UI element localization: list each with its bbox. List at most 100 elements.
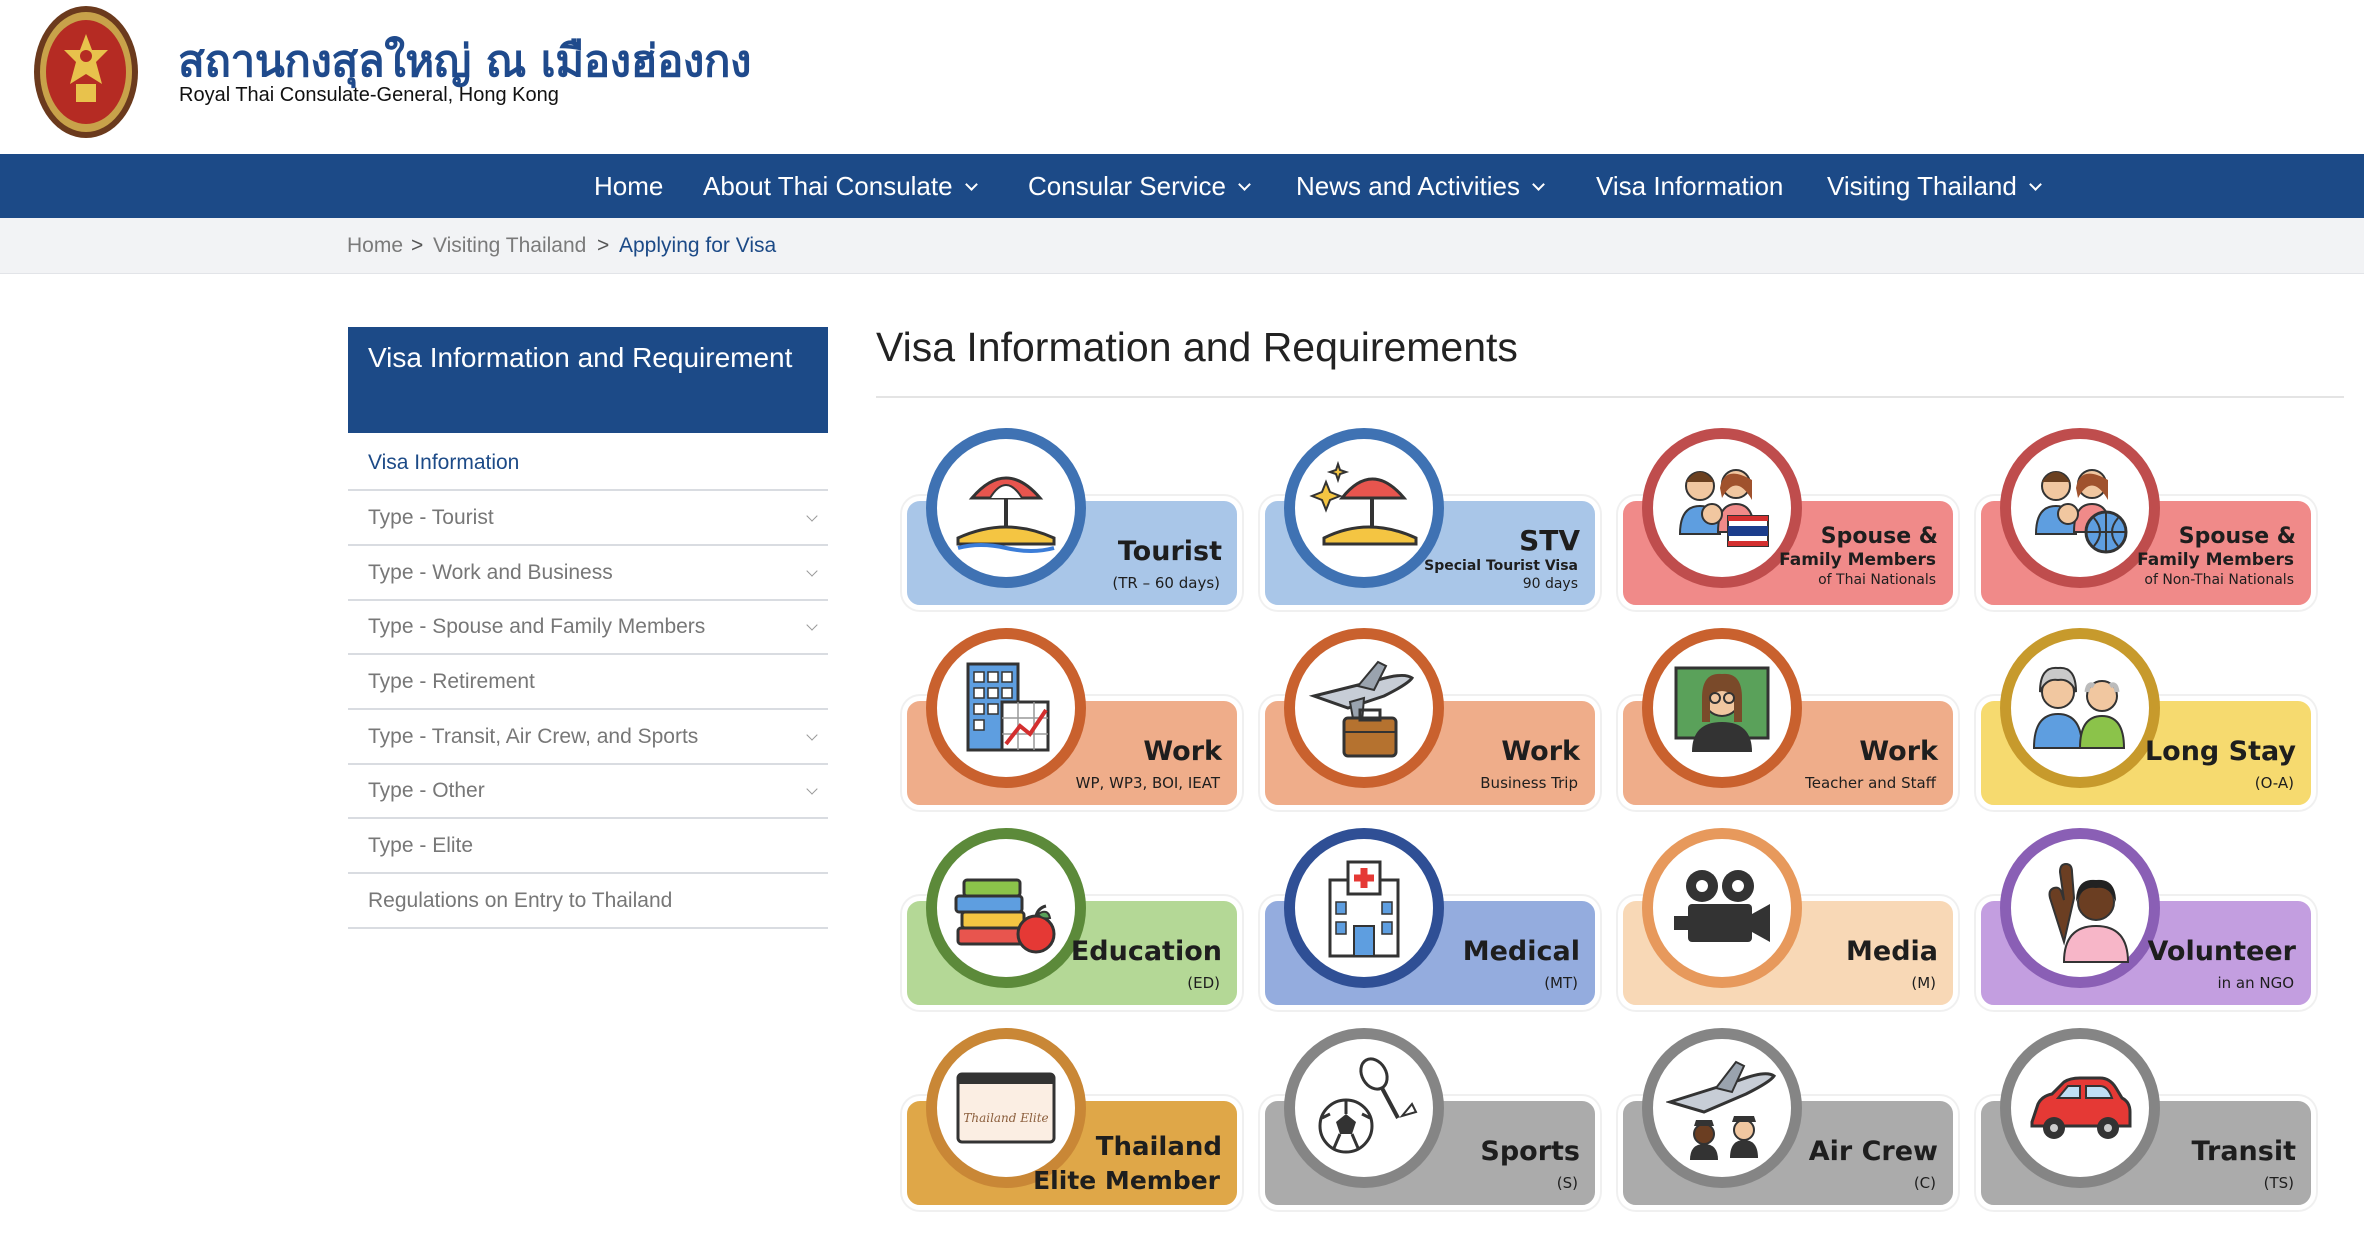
title-divider [876,396,2344,398]
visa-card-building-chart[interactable]: Work WP, WP3, BOI, IEAT [902,628,1242,814]
nav-news-label: News and Activities [1296,171,1520,201]
visa-card-subtitle: Family Members [2137,550,2294,570]
consulate-seal-logo[interactable] [32,4,140,140]
sidebar-item-label: Type - Elite [368,834,474,857]
visa-card-badge [2000,1028,2160,1188]
visa-card-beach-umbrella[interactable]: Tourist (TR – 60 days) [902,428,1242,614]
visa-card-family-globe[interactable]: Spouse & Family Members of Non-Thai Nation… [1976,428,2316,614]
breadcrumb-visiting-thailand[interactable]: Visiting Thailand [433,234,586,258]
sidebar-item-label: Type - Work and Business [368,561,613,584]
site-header: สถานกงสุลใหญ่ ณ เมืองฮ่องกง Royal Thai C… [0,0,2364,154]
chevron-down-icon[interactable] [806,619,818,631]
nav-about-label: About Thai Consulate [703,171,953,201]
visa-card-subtitle: (ED) [1187,974,1220,992]
sidebar-item-retirement[interactable]: Type - Retirement [348,656,828,710]
chevron-down-icon [1532,178,1545,191]
sidebar-item-elite[interactable]: Type - Elite [348,820,828,874]
visa-card-plane-crew[interactable]: Air Crew (C) [1618,1028,1958,1214]
visa-card-badge [2000,428,2160,588]
visa-card-subtitle: Elite Member [1033,1166,1220,1195]
visa-card-car[interactable]: Transit (TS) [1976,1028,2316,1214]
sidebar-item-transit-aircrew-sports[interactable]: Type - Transit, Air Crew, and Sports [348,711,828,765]
visa-card-sports-ball-racket[interactable]: Sports (S) [1260,1028,1600,1214]
visa-card-badge [2000,828,2160,988]
sidebar-item-label: Type - Transit, Air Crew, and Sports [368,725,699,748]
visa-card-title: Transit [2191,1136,2296,1167]
visa-card-elite-card[interactable]: Thailand Elite Thailand Elite Member [902,1028,1242,1214]
visa-card-subtitle: (M) [1911,974,1936,992]
nav-home[interactable]: Home [594,154,663,218]
visa-card-badge [1642,1028,1802,1188]
breadcrumb-current: Applying for Visa [619,234,777,257]
beach-sparkle-icon [1309,460,1418,546]
family-globe-icon [2034,469,2128,554]
visa-card-elderly-couple[interactable]: Long Stay (O-A) [1976,628,2316,814]
nav-about-thai-consulate[interactable]: About Thai Consulate [703,154,978,218]
visa-card-badge [1642,628,1802,788]
plane-crew-icon [1666,1060,1777,1160]
movie-camera-icon [1674,870,1770,942]
visa-card-title: Tourist [1117,536,1222,567]
breadcrumb-home[interactable]: Home [347,234,403,258]
visa-card-plane-briefcase[interactable]: Work Business Trip [1260,628,1600,814]
visa-card-raised-hand[interactable]: Volunteer in an NGO [1976,828,2316,1014]
visa-card-title: Work [1859,736,1938,767]
visa-card-title: Long Stay [2144,736,2296,767]
chevron-down-icon[interactable] [806,565,818,577]
nav-visiting-label: Visiting Thailand [1827,171,2017,201]
books-apple-icon [954,878,1056,954]
visa-card-badge [1642,428,1802,588]
site-title-english[interactable]: Royal Thai Consulate-General, Hong Kong [179,84,559,107]
visa-card-beach-sparkle[interactable]: STV Special Tourist Visa 90 days [1260,428,1600,614]
sidebar-item-label: Type - Other [368,779,485,802]
sidebar-item-other[interactable]: Type - Other [348,765,828,819]
sidebar-item-work-business[interactable]: Type - Work and Business [348,547,828,601]
visa-card-title: Medical [1462,936,1580,967]
visa-card-subtitle: (TS) [2263,1174,2294,1192]
sidebar-item-visa-information[interactable]: Visa Information [348,437,828,491]
sidebar-item-label: Visa Information [368,451,520,474]
visa-card-teacher[interactable]: Work Teacher and Staff [1618,628,1958,814]
visa-card-subtitle: (MT) [1544,974,1578,992]
visa-card-subtitle-detail: of Non-Thai Nationals [2144,572,2294,588]
sidebar-item-label: Type - Tourist [368,506,494,529]
beach-umbrella-icon [956,476,1056,553]
nav-consular-service[interactable]: Consular Service [1028,154,1251,218]
sidebar-item-tourist[interactable]: Type - Tourist [348,492,828,546]
breadcrumb-separator: > [597,234,610,257]
elderly-couple-icon [2032,666,2126,749]
visa-card-badge [1284,828,1444,988]
chevron-down-icon[interactable] [806,783,818,795]
visa-card-badge [1284,628,1444,788]
visa-card-badge [2000,628,2160,788]
visa-card-title: STV [1519,524,1580,557]
elite-card-icon: Thailand Elite [956,1072,1056,1144]
page-title: Visa Information and Requirements [876,324,1518,370]
visa-card-family-thai-flag[interactable]: Spouse & Family Members of Thai Nationals [1618,428,1958,614]
breadcrumb-separator: > [411,234,424,257]
chevron-down-icon[interactable] [806,510,818,522]
nav-visiting-thailand[interactable]: Visiting Thailand [1827,154,2042,218]
visa-card-badge [1284,1028,1444,1188]
visa-card-subtitle: Special Tourist Visa [1424,558,1578,574]
sidebar-item-spouse-family[interactable]: Type - Spouse and Family Members [348,601,828,655]
visa-card-subtitle: (O-A) [2254,774,2294,792]
visa-card-movie-camera[interactable]: Media (M) [1618,828,1958,1014]
svg-text:Thailand Elite: Thailand Elite [963,1111,1048,1125]
visa-card-subtitle-detail: of Thai Nationals [1818,572,1936,588]
visa-card-title: Work [1143,736,1222,767]
sidebar-item-regulations[interactable]: Regulations on Entry to Thailand [348,875,828,929]
visa-card-title: Work [1501,736,1580,767]
visa-card-hospital[interactable]: Medical (MT) [1260,828,1600,1014]
nav-consular-label: Consular Service [1028,171,1226,201]
sidebar-item-label: Type - Spouse and Family Members [368,615,706,638]
nav-visa-information[interactable]: Visa Information [1596,154,1783,218]
chevron-down-icon [2028,178,2042,191]
visa-card-subtitle: in an NGO [2217,974,2294,992]
visa-card-title: Air Crew [1808,1136,1938,1167]
nav-visa-label: Visa Information [1596,171,1784,201]
chevron-down-icon[interactable] [806,729,818,741]
car-icon [2030,1076,2132,1139]
nav-news-activities[interactable]: News and Activities [1296,154,1545,218]
visa-card-books-apple[interactable]: Education (ED) [902,828,1242,1014]
